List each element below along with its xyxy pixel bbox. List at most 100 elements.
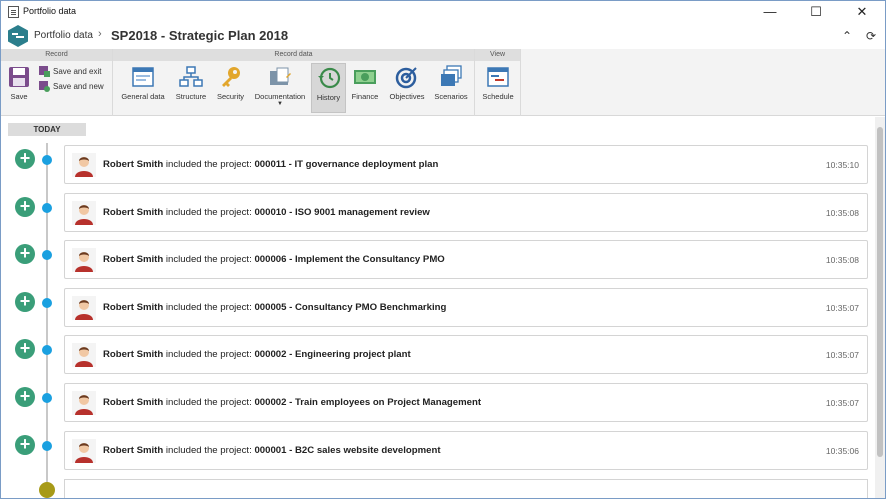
timeline-end-marker xyxy=(39,482,55,498)
objectives-label: Objectives xyxy=(389,92,425,101)
floppy-disk-icon xyxy=(9,67,29,87)
vertical-scrollbar[interactable] xyxy=(875,117,885,498)
save-and-exit-label: Save and exit xyxy=(53,67,102,76)
page-title: SP2018 - Strategic Plan 2018 xyxy=(111,28,289,43)
structure-label: Structure xyxy=(175,92,207,101)
breadcrumb-portfolio-data[interactable]: Portfolio data xyxy=(34,30,93,41)
documentation-button[interactable]: Documentation ▼ xyxy=(251,63,309,113)
scenarios-stack-icon xyxy=(441,65,462,86)
objectives-button[interactable]: Objectives xyxy=(385,63,429,113)
timeline-entry: + Robert Smith included the project: 000… xyxy=(1,430,875,471)
scenarios-button[interactable]: Scenarios xyxy=(431,63,471,113)
history-button[interactable]: History xyxy=(311,63,346,113)
documentation-label: Documentation xyxy=(254,92,306,101)
timeline-card[interactable]: Robert Smith included the project: 00000… xyxy=(64,430,868,470)
timeline-entry: + Robert Smith included the project: 000… xyxy=(1,240,875,280)
entry-time: 10:35:07 xyxy=(825,398,859,408)
security-button[interactable]: Security xyxy=(213,63,248,113)
timeline-card-partial xyxy=(64,479,868,498)
timeline-card[interactable]: Robert Smith included the project: 00001… xyxy=(64,192,868,232)
user-avatar-icon xyxy=(72,391,96,415)
timeline-card[interactable]: Robert Smith included the project: 00000… xyxy=(64,287,868,327)
timeline-entry: + Robert Smith included the project: 000… xyxy=(1,335,875,375)
entry-action: included the project: xyxy=(163,206,255,218)
timeline-dot xyxy=(42,250,52,261)
entry-message: Robert Smith included the project: 00000… xyxy=(103,397,481,408)
user-avatar-icon xyxy=(72,438,96,463)
title-bar: Portfolio data — ☐ ✕ xyxy=(1,1,885,23)
entry-message: Robert Smith included the project: 00000… xyxy=(103,349,411,360)
plus-circle-icon: + xyxy=(15,434,35,455)
plus-circle-icon: + xyxy=(15,244,35,265)
history-label: History xyxy=(316,93,341,102)
scenarios-label: Scenarios xyxy=(434,92,468,101)
timeline-entry: + Robert Smith included the project: 000… xyxy=(1,383,875,423)
structure-tree-icon xyxy=(179,66,203,87)
save-and-new-button[interactable]: Save and new xyxy=(39,80,104,93)
refresh-icon[interactable]: ⟳ xyxy=(863,28,879,44)
ribbon-toolbar: Record Save Save and exit Save and new R… xyxy=(1,49,885,116)
finance-label: Finance xyxy=(351,92,379,101)
security-label: Security xyxy=(216,92,245,101)
group-label-record: Record xyxy=(1,49,112,61)
entry-user: Robert Smith xyxy=(103,254,164,266)
group-label-record-data: Record data xyxy=(113,49,474,61)
dropdown-arrow-icon: ▼ xyxy=(277,101,283,107)
entry-action: included the project: xyxy=(163,301,255,313)
entry-project: 000002 - Train employees on Project Mana… xyxy=(254,397,482,408)
app-window: Portfolio data — ☐ ✕ Portfolio data › SP… xyxy=(0,0,886,499)
entry-user: Robert Smith xyxy=(103,206,164,218)
save-button[interactable]: Save xyxy=(3,63,35,113)
structure-button[interactable]: Structure xyxy=(172,63,210,113)
save-exit-icon xyxy=(39,66,50,78)
general-data-label: General data xyxy=(121,92,165,101)
timeline-card[interactable]: Robert Smith included the project: 00001… xyxy=(64,145,868,184)
timeline-dot xyxy=(42,155,52,165)
entry-action: included the project: xyxy=(163,397,255,408)
timeline-entry: + Robert Smith included the project: 000… xyxy=(1,192,875,233)
timeline-entry: + Robert Smith included the project: 000… xyxy=(1,287,875,328)
folder-document-icon xyxy=(270,67,291,85)
key-icon xyxy=(221,67,240,87)
entry-time: 10:35:06 xyxy=(825,445,859,456)
history-clock-icon xyxy=(317,67,340,89)
entry-message: Robert Smith included the project: 00001… xyxy=(103,159,438,170)
save-and-exit-button[interactable]: Save and exit xyxy=(39,65,101,78)
window-title: Portfolio data xyxy=(23,6,77,16)
minimize-button[interactable]: — xyxy=(747,1,793,23)
entry-message: Robert Smith included the project: 00000… xyxy=(103,445,441,456)
entry-user: Robert Smith xyxy=(103,349,164,361)
entry-user: Robert Smith xyxy=(103,444,164,456)
entry-project: 000010 - ISO 9001 management review xyxy=(254,206,430,218)
save-and-new-label: Save and new xyxy=(53,82,104,91)
plus-circle-icon: + xyxy=(15,149,35,169)
entry-action: included the project: xyxy=(163,159,255,170)
schedule-button[interactable]: Schedule xyxy=(480,63,516,113)
ribbon-group-record-data: Record data General data Structure Secur… xyxy=(113,49,475,116)
entry-user: Robert Smith xyxy=(103,301,164,313)
close-button[interactable]: ✕ xyxy=(839,1,885,23)
timeline-card[interactable]: Robert Smith included the project: 00000… xyxy=(64,335,868,375)
schedule-label: Schedule xyxy=(482,92,514,101)
scrollbar-thumb[interactable] xyxy=(877,127,883,457)
timeline-dot xyxy=(42,393,52,403)
timeline-card[interactable]: Robert Smith included the project: 00000… xyxy=(64,240,868,280)
save-new-icon xyxy=(39,81,50,93)
entry-message: Robert Smith included the project: 00001… xyxy=(103,207,430,218)
general-data-button[interactable]: General data xyxy=(118,63,168,113)
entry-time: 10:35:07 xyxy=(825,302,859,313)
gantt-calendar-icon xyxy=(487,67,509,87)
entry-action: included the project: xyxy=(163,254,255,266)
maximize-button[interactable]: ☐ xyxy=(793,1,839,23)
finance-button[interactable]: Finance xyxy=(348,63,382,113)
entry-time: 10:35:08 xyxy=(825,207,859,218)
entry-message: Robert Smith included the project: 00000… xyxy=(103,302,446,313)
entry-project: 000001 - B2C sales website development xyxy=(254,444,441,456)
timeline-card[interactable]: Robert Smith included the project: 00000… xyxy=(64,383,868,422)
entry-action: included the project: xyxy=(163,349,255,361)
breadcrumb-chevron-icon: › xyxy=(98,28,102,40)
timeline-dot xyxy=(42,440,52,451)
page-header: Portfolio data › SP2018 - Strategic Plan… xyxy=(1,23,885,49)
collapse-icon[interactable]: ⌃ xyxy=(839,28,855,44)
ribbon-group-record: Record Save Save and exit Save and new xyxy=(1,49,113,116)
